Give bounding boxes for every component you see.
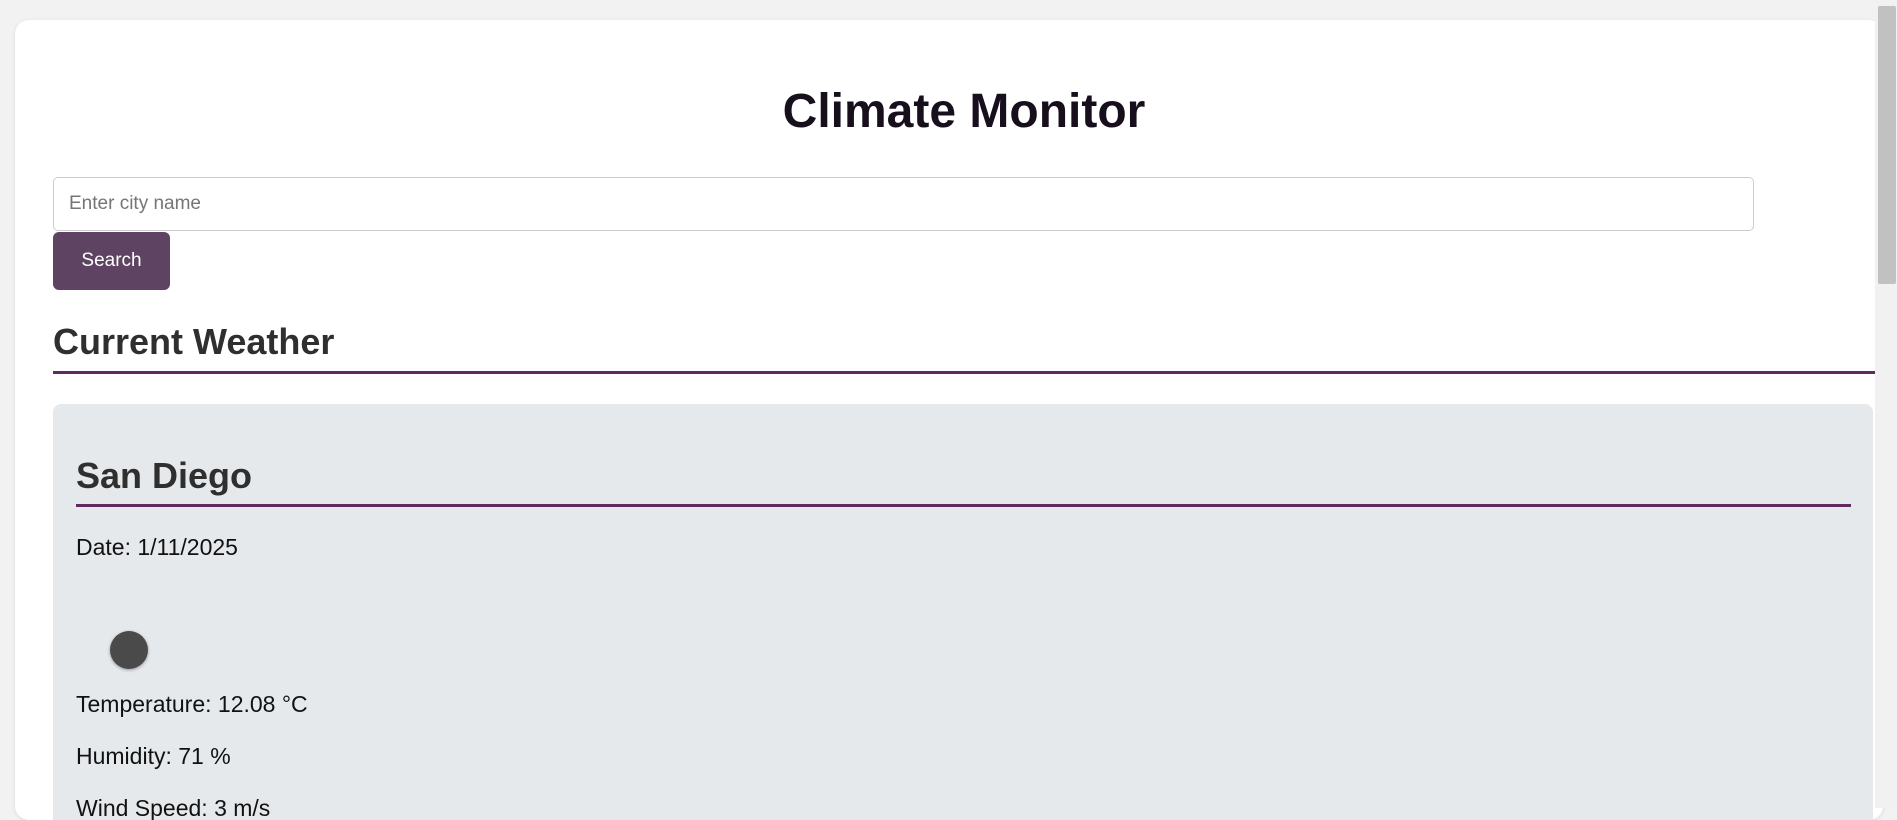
- vertical-scrollbar[interactable]: [1875, 0, 1897, 808]
- city-search-input[interactable]: [53, 177, 1754, 231]
- city-name: San Diego: [76, 455, 253, 496]
- app-title: Climate Monitor: [782, 85, 1146, 138]
- city-divider: [76, 504, 1851, 507]
- scrollbar-thumb[interactable]: [1878, 6, 1896, 284]
- section-divider: [53, 371, 1883, 374]
- weather-condition-icon: [110, 631, 148, 669]
- current-weather-heading: Current Weather: [53, 321, 335, 362]
- weather-date: Date: 1/11/2025: [76, 534, 238, 560]
- weather-temperature: Temperature: 12.08 °C: [76, 691, 308, 717]
- weather-humidity: Humidity: 71 %: [76, 743, 231, 769]
- weather-card: San Diego Date: 1/11/2025 Temperature: 1…: [53, 404, 1873, 820]
- search-button[interactable]: Search: [53, 232, 170, 290]
- app-container: Climate Monitor Search Current Weather S…: [15, 20, 1883, 820]
